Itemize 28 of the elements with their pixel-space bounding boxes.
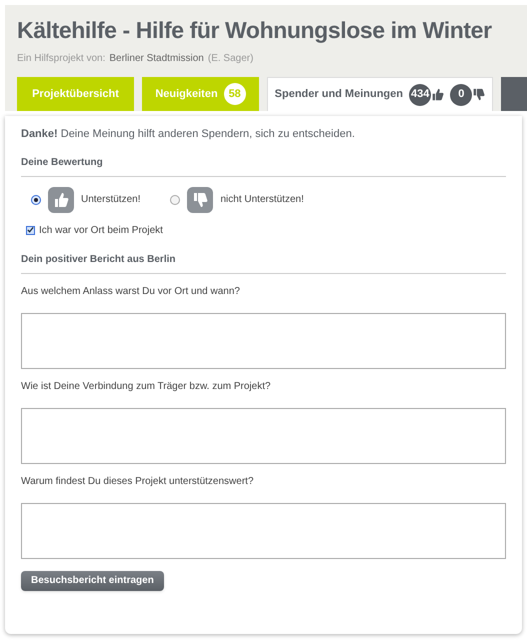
thumbs-down-icon <box>472 88 486 101</box>
section-heading: Dein positiver Bericht aus Berlin <box>21 252 506 274</box>
radio-button[interactable] <box>31 194 41 204</box>
checkbox-label: Ich war vor Ort beim Projekt <box>39 224 163 238</box>
answer-box[interactable] <box>21 502 506 558</box>
question-label: Warum findest Du dieses Projekt unterstützenswert? <box>21 474 255 488</box>
thumbs-up-icon <box>431 88 444 101</box>
person-name: (E. Sager) <box>208 52 254 66</box>
count-badge: 434 <box>409 84 432 106</box>
answer-box[interactable] <box>21 408 506 464</box>
organization-link[interactable]: Berliner Stadtmission <box>109 51 204 66</box>
radio-label: Unterstützen! <box>81 193 140 207</box>
radio-button[interactable] <box>170 194 180 204</box>
question-label: Wie ist Deine Verbindung zum Träger bzw. zum Projekt? <box>21 380 272 394</box>
thanks-message: Danke! Deine Meinung hilft anderen Spendern, sich zu entscheiden. <box>21 127 356 142</box>
subtitle-label: Ein Hilfsprojekt von: <box>17 52 106 66</box>
answer-box[interactable] <box>21 312 506 368</box>
thumb-glyph-icon <box>53 192 69 208</box>
question-label: Aus welchem Anlass warst Du vor Ort und wann? <box>21 284 241 298</box>
submit-button[interactable]: Besuchsbericht eintragen <box>21 570 164 590</box>
page-title: Kältehilfe - Hilfe für Wohnungslose im Winter <box>17 16 492 45</box>
count-badge: 58 <box>224 83 246 105</box>
tab[interactable]: Spender und Meinungen 434 0 <box>267 77 493 111</box>
count-badge: 0 <box>450 84 472 106</box>
checkbox[interactable] <box>26 226 35 234</box>
radio-label: nicht Unterstützen! <box>220 193 304 207</box>
section-heading: Deine Bewertung <box>21 154 506 176</box>
thumb-glyph-icon <box>192 192 208 208</box>
